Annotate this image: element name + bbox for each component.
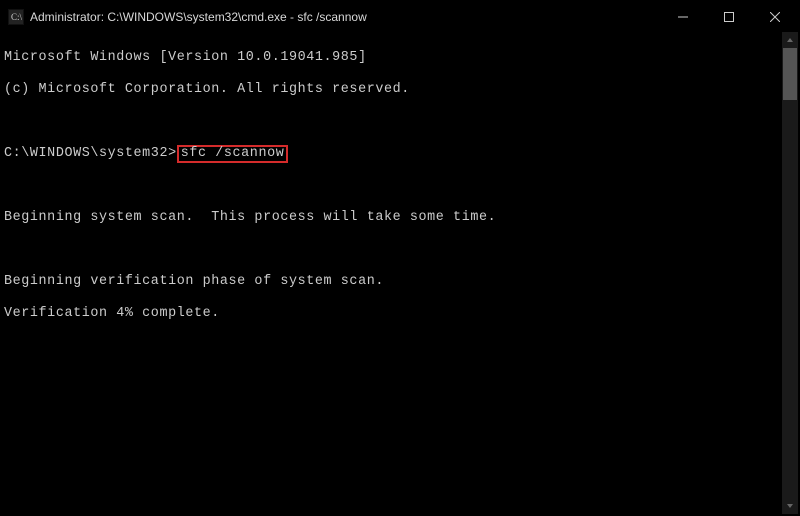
terminal-area: Microsoft Windows [Version 10.0.19041.98… <box>2 32 798 514</box>
titlebar[interactable]: C:\ Administrator: C:\WINDOWS\system32\c… <box>2 2 798 32</box>
prompt-line: C:\WINDOWS\system32>sfc /scannow <box>4 146 782 162</box>
prompt-text: C:\WINDOWS\system32> <box>4 146 177 162</box>
output-line: Microsoft Windows [Version 10.0.19041.98… <box>4 50 782 66</box>
terminal-output[interactable]: Microsoft Windows [Version 10.0.19041.98… <box>2 32 782 514</box>
output-line <box>4 242 782 258</box>
output-line: Beginning verification phase of system s… <box>4 274 782 290</box>
window-controls <box>660 2 798 32</box>
vertical-scrollbar[interactable] <box>782 32 798 514</box>
output-line <box>4 178 782 194</box>
output-line: (c) Microsoft Corporation. All rights re… <box>4 82 782 98</box>
maximize-button[interactable] <box>706 2 752 32</box>
output-line: Verification 4% complete. <box>4 306 782 322</box>
window-title: Administrator: C:\WINDOWS\system32\cmd.e… <box>30 10 660 24</box>
output-line: Beginning system scan. This process will… <box>4 210 782 226</box>
cmd-icon: C:\ <box>8 9 24 25</box>
scrollbar-thumb[interactable] <box>783 48 797 100</box>
output-line <box>4 114 782 130</box>
scroll-up-icon[interactable] <box>782 32 798 48</box>
cmd-window: C:\ Administrator: C:\WINDOWS\system32\c… <box>0 0 800 516</box>
command-highlight: sfc /scannow <box>177 145 289 163</box>
scroll-down-icon[interactable] <box>782 498 798 514</box>
svg-text:C:\: C:\ <box>11 12 23 22</box>
close-button[interactable] <box>752 2 798 32</box>
minimize-button[interactable] <box>660 2 706 32</box>
